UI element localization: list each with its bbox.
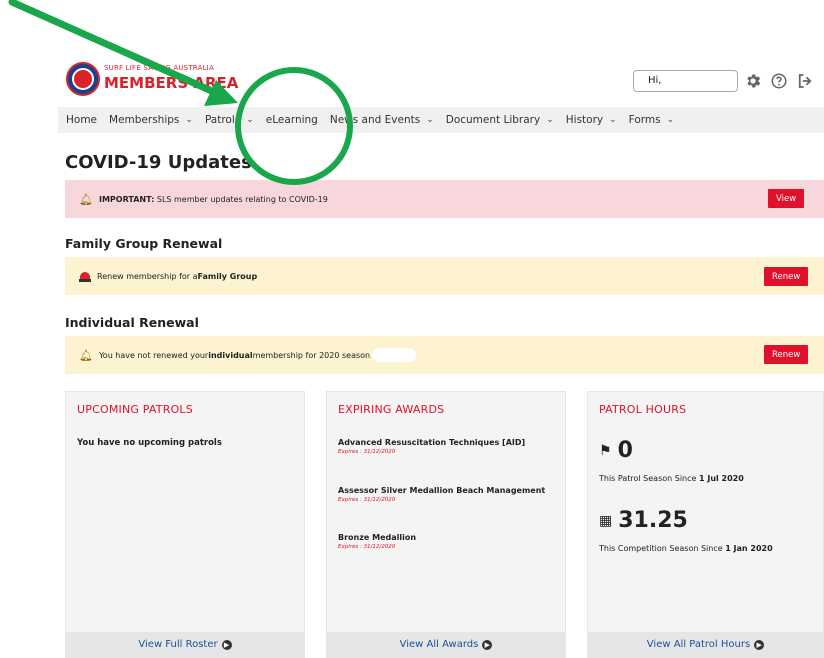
award-expiry: Expires : 31/12/2020 (338, 497, 396, 503)
family-renewal-title: Family Group Renewal (65, 236, 223, 251)
nav-item-history[interactable]: History ⌄ (566, 114, 617, 126)
nav-item-label: Patrols (204, 114, 241, 126)
brand-title: MEMBERS AREA (104, 74, 239, 92)
caption-date: 1 Jul 2020 (698, 474, 744, 483)
family-renew-button[interactable]: Renew (764, 267, 809, 286)
nav-item-label: Forms (628, 114, 661, 126)
nav-item-news-and-events[interactable]: News and Events ⌄ (330, 114, 434, 126)
nav-item-label: History (565, 114, 604, 126)
nav-item-home[interactable]: Home (66, 114, 97, 126)
chevron-down-icon: ⌄ (246, 115, 254, 125)
brand-subtitle: SURF LIFE SAVING AUSTRALIA (104, 64, 214, 72)
view-full-roster-link[interactable]: View Full Roster ▶ (66, 632, 304, 657)
family-renewal-alert: Renew membership for a Family Group (65, 257, 824, 295)
main-nav: Home Memberships ⌄ Patrols ⌄ eLearning News an… (58, 107, 824, 133)
chevron-down-icon: ⌄ (546, 115, 554, 125)
gear-icon[interactable] (744, 72, 762, 90)
question-circle-icon[interactable] (770, 72, 788, 90)
nav-item-label: News and Events (329, 114, 421, 126)
expiring-awards-card: EXPIRING AWARDS Advanced Resuscitation T… (326, 391, 566, 658)
competition-hours-stat: ▦ 31.25 (599, 508, 688, 533)
caption-prefix: This Patrol Season Since (599, 474, 699, 483)
covid-alert: 🔔︎ IMPORTANT: SLS member updates relatin… (65, 180, 824, 218)
individual-renewal-alert: 🔔︎ You have not renewed your individual … (65, 336, 824, 374)
covid-view-button[interactable]: View (768, 189, 805, 208)
bell-icon: 🔔︎ (79, 192, 93, 206)
award-item[interactable]: Assessor Silver Medallion Beach Manageme… (338, 486, 558, 503)
chevron-down-icon: ⌄ (185, 115, 193, 125)
chevron-down-icon: ⌄ (609, 115, 617, 125)
patrol-season-caption: This Patrol Season Since 1 Jul 2020 (599, 474, 744, 483)
view-all-patrol-hours-link[interactable]: View All Patrol Hours ▶ (588, 632, 823, 657)
award-item[interactable]: Bronze Medallion Expires : 31/12/2020 (338, 533, 558, 550)
individual-message-bold: individual (208, 350, 253, 360)
nav-item-patrols[interactable]: Patrols ⌄ (205, 114, 254, 126)
patrol-hours-card: PATROL HOURS ⚑ 0 This Patrol Season Sinc… (587, 391, 824, 658)
user-greeting[interactable]: Hi, (633, 70, 738, 92)
footer-label: View All Patrol Hours (646, 639, 751, 650)
caption-prefix: This Competition Season Since (599, 544, 726, 553)
footer-label: View All Awards (399, 639, 479, 650)
upcoming-patrols-card: UPCOMING PATROLS You have no upcoming pa… (65, 391, 305, 658)
arrow-right-circle-icon: ▶ (221, 639, 232, 650)
family-message-prefix: Renew membership for a (97, 271, 198, 281)
individual-message-suffix: membership for 2020 season (252, 350, 371, 360)
calendar-icon: ▦ (599, 512, 613, 529)
arrow-right-circle-icon: ▶ (754, 639, 765, 650)
nav-item-document-library[interactable]: Document Library ⌄ (446, 114, 554, 126)
competition-season-caption: This Competition Season Since 1 Jan 2020 (599, 544, 773, 553)
award-expiry: Expires : 31/12/2020 (338, 449, 396, 455)
individual-renewal-title: Individual Renewal (65, 315, 199, 330)
logout-icon[interactable] (796, 72, 814, 90)
sls-logo[interactable] (66, 62, 100, 96)
nav-item-label: eLearning (265, 114, 318, 126)
competition-hours-value: 31.25 (618, 508, 688, 533)
family-message-bold: Family Group (197, 271, 258, 281)
redacted-blur (372, 348, 417, 362)
award-name: Bronze Medallion (338, 533, 417, 542)
siren-icon (79, 270, 91, 282)
award-name: Advanced Resuscitation Techniques [AID] (338, 438, 526, 447)
card-title: PATROL HOURS (599, 403, 687, 416)
covid-message: SLS member updates relating to COVID-19 (156, 194, 328, 204)
nav-item-elearning[interactable]: eLearning (266, 114, 318, 126)
nav-item-memberships[interactable]: Memberships ⌄ (109, 114, 193, 126)
arrow-right-circle-icon: ▶ (482, 639, 493, 650)
award-expiry: Expires : 31/12/2020 (338, 544, 396, 550)
bell-icon: 🔔︎ (79, 348, 93, 362)
footer-label: View Full Roster (138, 639, 218, 650)
nav-item-forms[interactable]: Forms ⌄ (629, 114, 674, 126)
patrol-hours-stat: ⚑ 0 (599, 438, 633, 463)
logo-emblem (72, 68, 94, 90)
chevron-down-icon: ⌄ (666, 115, 675, 125)
patrol-hours-value: 0 (617, 438, 633, 463)
view-all-awards-link[interactable]: View All Awards ▶ (327, 632, 565, 657)
nav-item-label: Document Library (445, 114, 541, 126)
nav-item-label: Memberships (109, 114, 180, 126)
page-title: COVID-19 Updates (65, 152, 252, 173)
award-item[interactable]: Advanced Resuscitation Techniques [AID] … (338, 438, 558, 455)
nav-item-label: Home (66, 114, 98, 126)
no-patrols-text: You have no upcoming patrols (77, 438, 222, 448)
award-name: Assessor Silver Medallion Beach Manageme… (338, 486, 546, 495)
card-title: UPCOMING PATROLS (77, 403, 193, 416)
important-label: IMPORTANT: (98, 194, 155, 204)
individual-message-prefix: You have not renewed your (98, 350, 209, 360)
flag-icon: ⚑ (599, 442, 612, 459)
caption-date: 1 Jan 2020 (725, 544, 773, 553)
individual-renew-button[interactable]: Renew (764, 345, 809, 364)
card-title: EXPIRING AWARDS (338, 403, 445, 416)
chevron-down-icon: ⌄ (426, 115, 434, 125)
